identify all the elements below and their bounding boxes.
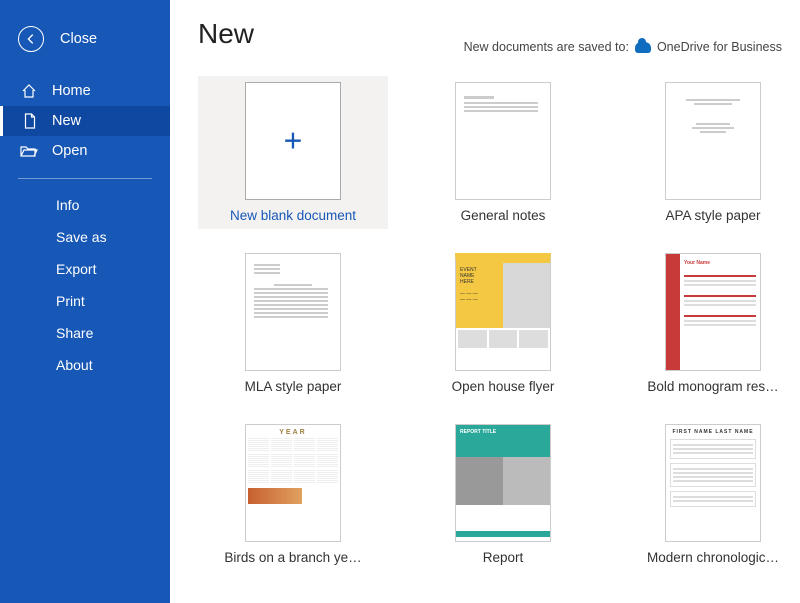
template-general-notes[interactable]: General notes (408, 76, 598, 229)
template-modern-chronological-resume[interactable]: FIRST NAME LAST NAME Modern chronologic… (618, 418, 800, 571)
template-thumb: YEAR (245, 424, 341, 542)
sidebar-item-share[interactable]: Share (0, 317, 170, 349)
backstage-sidebar: Close Home New Open Info Save as Export … (0, 0, 170, 603)
template-grid: + New blank document General notes (198, 76, 782, 571)
template-label: Bold monogram res… (647, 379, 778, 394)
template-new-blank-document[interactable]: + New blank document (198, 76, 388, 229)
template-mla-style-paper[interactable]: MLA style paper (198, 247, 388, 400)
sidebar-item-save-as[interactable]: Save as (0, 221, 170, 253)
close-label: Close (60, 31, 97, 47)
template-thumb (455, 82, 551, 200)
template-bold-monogram-resume[interactable]: Your Name Bold monogram res… (618, 247, 800, 400)
template-label: Birds on a branch ye… (224, 550, 361, 565)
sidebar-item-export[interactable]: Export (0, 253, 170, 285)
template-label: Modern chronologic… (647, 550, 779, 565)
close-button[interactable]: Close (0, 20, 170, 76)
template-birds-on-branch-calendar[interactable]: YEAR Birds on a branch ye… (198, 418, 388, 571)
cloud-icon (635, 42, 651, 53)
home-icon (20, 83, 38, 99)
template-report[interactable]: REPORT TITLE Report (408, 418, 598, 571)
template-label: Report (483, 550, 524, 565)
sidebar-item-label: Open (52, 143, 87, 159)
main-panel: New New documents are saved to: OneDrive… (170, 0, 800, 603)
sidebar-item-label: Home (52, 83, 91, 99)
saved-location-notice: New documents are saved to: OneDrive for… (198, 40, 782, 54)
sidebar-divider (18, 178, 152, 179)
back-arrow-icon (18, 26, 44, 52)
file-icon (20, 113, 38, 129)
template-label: New blank document (230, 208, 356, 223)
template-thumb (245, 253, 341, 371)
template-open-house-flyer[interactable]: EVENTNAMEHERE— — —— — — Open house flyer (408, 247, 598, 400)
template-thumb: Your Name (665, 253, 761, 371)
saved-location-link[interactable]: OneDrive for Business (657, 40, 782, 54)
template-thumb: FIRST NAME LAST NAME (665, 424, 761, 542)
template-thumb: + (245, 82, 341, 200)
template-thumb: EVENTNAMEHERE— — —— — — (455, 253, 551, 371)
template-label: Open house flyer (452, 379, 555, 394)
saved-notice-text: New documents are saved to: (464, 40, 629, 54)
sidebar-item-about[interactable]: About (0, 349, 170, 381)
folder-open-icon (20, 144, 38, 158)
sidebar-item-new[interactable]: New (0, 106, 170, 136)
sidebar-item-home[interactable]: Home (0, 76, 170, 106)
sidebar-item-open[interactable]: Open (0, 136, 170, 166)
template-thumb (665, 82, 761, 200)
sidebar-item-info[interactable]: Info (0, 189, 170, 221)
plus-icon: + (284, 123, 303, 160)
sidebar-item-label: New (52, 113, 81, 129)
template-label: MLA style paper (245, 379, 342, 394)
template-label: APA style paper (665, 208, 760, 223)
template-thumb: REPORT TITLE (455, 424, 551, 542)
template-apa-style-paper[interactable]: APA style paper (618, 76, 800, 229)
sidebar-item-print[interactable]: Print (0, 285, 170, 317)
template-label: General notes (461, 208, 546, 223)
